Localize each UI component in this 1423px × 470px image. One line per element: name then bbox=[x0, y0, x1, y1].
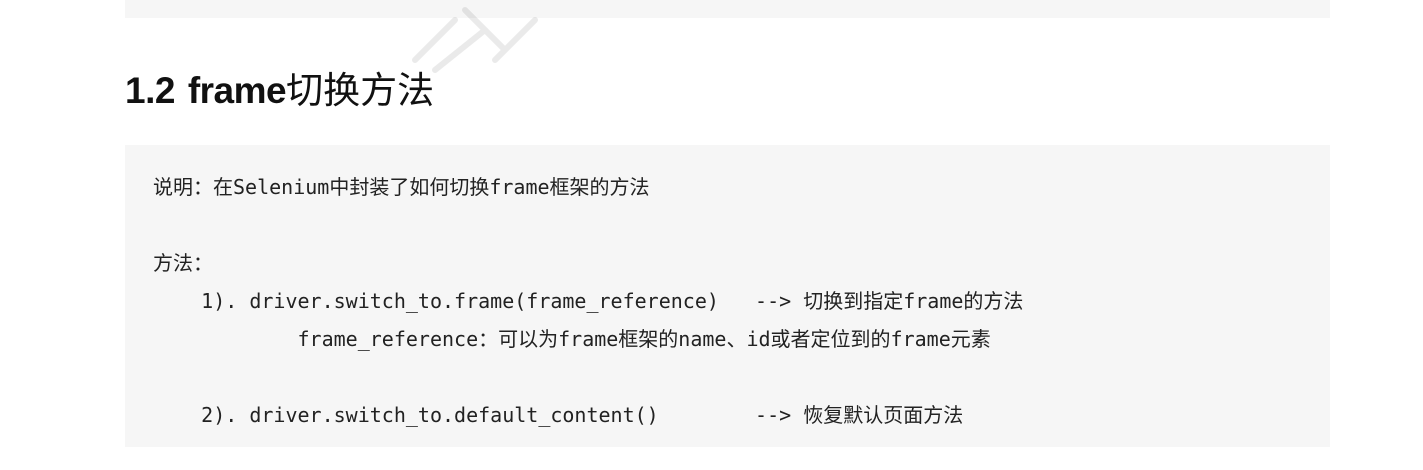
heading-keyword: frame bbox=[187, 70, 287, 111]
method-1-line: 1). driver.switch_to.frame(frame_referen… bbox=[153, 289, 1024, 313]
code-block: 说明：在Selenium中封装了如何切换frame框架的方法 方法： 1). d… bbox=[125, 145, 1330, 447]
previous-code-block bbox=[125, 0, 1330, 18]
methods-label-line: 方法： bbox=[153, 251, 213, 275]
section-heading: 1.2 frame切换方法 bbox=[125, 64, 434, 118]
heading-number: 1.2 bbox=[125, 70, 175, 111]
description-line: 说明：在Selenium中封装了如何切换frame框架的方法 bbox=[153, 175, 650, 199]
method-2-line: 2). driver.switch_to.default_content() -… bbox=[153, 403, 964, 427]
method-1-note-line: frame_reference：可以为frame框架的name、id或者定位到的… bbox=[153, 327, 991, 351]
heading-title-cn: 切换方法 bbox=[286, 69, 435, 112]
